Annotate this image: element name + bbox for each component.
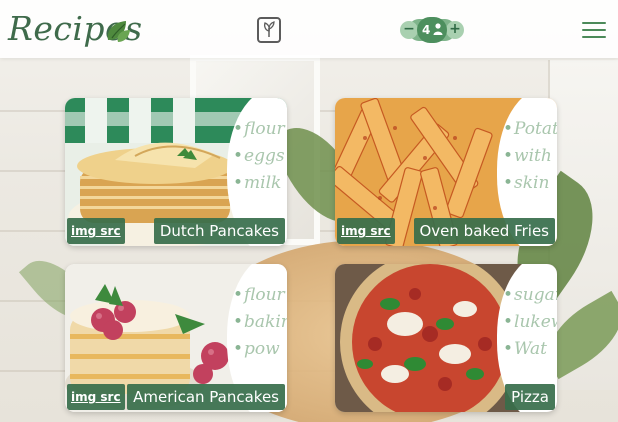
ingredient-list: sugar lukew Wat	[501, 282, 557, 363]
ingredient-list: flour bakin pow	[231, 282, 287, 363]
img-src-link[interactable]: img src	[67, 218, 125, 244]
recipe-title[interactable]: American Pancakes	[127, 384, 285, 410]
recipe-title[interactable]: Dutch Pancakes	[153, 218, 285, 244]
recipe-card-dutch-pancakes[interactable]: flour eggs milk img src Dutch Pancakes	[65, 98, 287, 246]
ingredient-list: flour eggs milk	[231, 116, 287, 197]
recipe-card-pizza[interactable]: sugar lukew Wat Pizza	[335, 264, 557, 412]
top-bar: Recipes − + 4	[0, 0, 618, 58]
recipe-title[interactable]: Pizza	[505, 384, 555, 410]
increase-servings-button[interactable]: +	[446, 21, 464, 39]
vegetarian-filter-button[interactable]	[257, 17, 281, 43]
hamburger-menu-icon[interactable]	[582, 20, 606, 40]
servings-display: 4	[417, 17, 447, 43]
person-icon	[433, 23, 443, 35]
recipe-card-american-pancakes[interactable]: flour bakin pow img src American Pancake…	[65, 264, 287, 412]
ingredient-list: Potato with skin	[501, 116, 557, 197]
decrease-servings-button[interactable]: −	[400, 21, 418, 39]
img-src-link[interactable]: img src	[337, 218, 395, 244]
servings-control: − + 4	[400, 17, 464, 43]
vegetarian-leaf-icon	[263, 21, 275, 37]
recipe-card-oven-baked-fries[interactable]: Potato with skin img src Oven baked Frie…	[335, 98, 557, 246]
basil-leaf-icon	[107, 21, 130, 42]
recipe-title[interactable]: Oven baked Fries	[413, 218, 555, 244]
servings-count: 4	[422, 23, 431, 37]
img-src-link[interactable]: img src	[67, 384, 125, 410]
